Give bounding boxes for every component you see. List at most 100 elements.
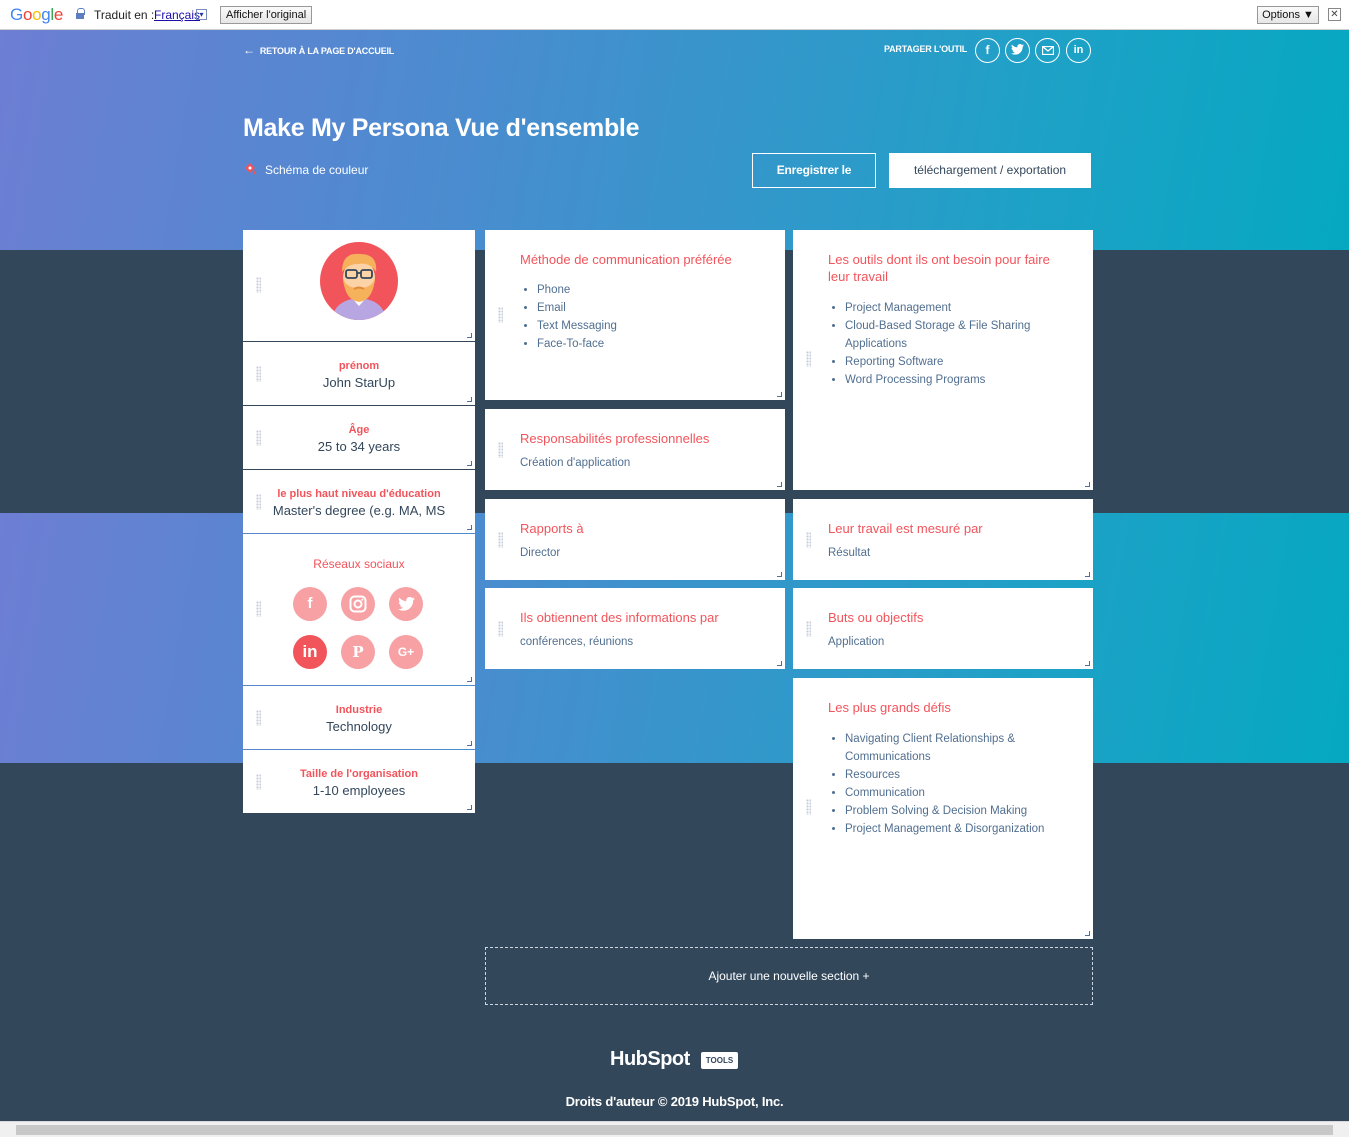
list-item: Reporting Software [845, 353, 1058, 371]
drag-handle-icon[interactable] [498, 307, 503, 323]
industry-value[interactable]: Technology [243, 719, 475, 734]
resize-handle-icon[interactable] [1085, 661, 1090, 666]
resize-handle-icon[interactable] [777, 661, 782, 666]
education-value[interactable]: Master's degree (e.g. MA, MS [243, 503, 475, 518]
twitter-icon[interactable] [389, 587, 423, 621]
close-icon[interactable]: ✕ [1328, 8, 1341, 21]
info-sources-card[interactable]: Ils obtiennent des informations par conf… [485, 588, 785, 669]
age-label: Âge [348, 424, 370, 436]
add-section-button[interactable]: Ajouter une nouvelle section + [485, 947, 1093, 1005]
resize-handle-icon[interactable] [467, 397, 472, 402]
copyright: Droits d'auteur © 2019 HubSpot, Inc. [565, 1094, 784, 1109]
org-size-value[interactable]: 1-10 employees [243, 783, 475, 798]
linkedin-icon[interactable]: in [293, 635, 327, 669]
reports-to-card[interactable]: Rapports à Director [485, 499, 785, 580]
drag-handle-icon[interactable] [806, 532, 811, 548]
page-title: Make My Persona Vue d'ensemble [243, 114, 640, 142]
list-item: Face-To-face [537, 335, 617, 353]
resize-handle-icon[interactable] [467, 333, 472, 338]
challenges-card[interactable]: Les plus grands défis Navigating Client … [793, 678, 1093, 939]
share-label: PARTAGER L'OUTIL [884, 44, 968, 54]
resize-handle-icon[interactable] [1085, 482, 1090, 487]
communication-card[interactable]: Méthode de communication préférée Phone … [485, 230, 785, 400]
pinterest-icon[interactable]: P [341, 635, 375, 669]
back-link[interactable]: ← RETOUR À LA PAGE D'ACCUEIL [243, 43, 394, 57]
drag-handle-icon[interactable] [256, 601, 261, 617]
responsibilities-text[interactable]: Création d'application [520, 454, 630, 472]
list-item: Resources [845, 766, 1063, 784]
list-item: Phone [537, 281, 617, 299]
resize-handle-icon[interactable] [1085, 572, 1090, 577]
horizontal-scrollbar[interactable] [0, 1121, 1349, 1137]
language-dropdown-icon[interactable]: ▾ [196, 9, 207, 20]
color-scheme-button[interactable]: Schéma de couleur [243, 162, 368, 177]
drag-handle-icon[interactable] [256, 277, 261, 293]
resize-handle-icon[interactable] [777, 392, 782, 397]
resize-handle-icon[interactable] [467, 741, 472, 746]
goals-card[interactable]: Buts ou objectifs Application [793, 588, 1093, 669]
first-name-card[interactable]: prénom John StarUp [243, 342, 475, 405]
download-export-button[interactable]: téléchargement / exportation [889, 153, 1091, 188]
info-sources-title: Ils obtiennent des informations par [520, 610, 719, 625]
instagram-icon[interactable] [341, 587, 375, 621]
resize-handle-icon[interactable] [467, 805, 472, 810]
tools-badge: TOOLS [701, 1052, 738, 1069]
list-item: Problem Solving & Decision Making [845, 802, 1063, 820]
tools-list[interactable]: Project Management Cloud-Based Storage &… [828, 299, 1058, 389]
reports-to-text[interactable]: Director [520, 544, 560, 562]
facebook-icon[interactable]: f [975, 38, 1000, 63]
first-name-value[interactable]: John StarUp [243, 375, 475, 390]
resize-handle-icon[interactable] [777, 482, 782, 487]
measured-by-card[interactable]: Leur travail est mesuré par Résultat [793, 499, 1093, 580]
education-label: le plus haut niveau d'éducation [277, 488, 441, 500]
industry-card[interactable]: Industrie Technology [243, 686, 475, 749]
measured-by-title: Leur travail est mesuré par [828, 521, 983, 536]
save-button[interactable]: Enregistrer le [752, 153, 876, 188]
scrollbar-thumb[interactable] [16, 1125, 1333, 1135]
show-original-button[interactable]: Afficher l'original [220, 6, 313, 24]
resize-handle-icon[interactable] [467, 461, 472, 466]
goals-title: Buts ou objectifs [828, 610, 924, 625]
goals-text[interactable]: Application [828, 633, 884, 651]
twitter-icon[interactable] [1005, 38, 1030, 63]
list-item: Communication [845, 784, 1063, 802]
age-value[interactable]: 25 to 34 years [243, 439, 475, 454]
measured-by-text[interactable]: Résultat [828, 544, 870, 562]
back-link-label: RETOUR À LA PAGE D'ACCUEIL [259, 46, 395, 56]
google-plus-icon[interactable]: G+ [389, 635, 423, 669]
age-card[interactable]: Âge 25 to 34 years [243, 406, 475, 469]
responsibilities-card[interactable]: Responsabilités professionnelles Créatio… [485, 409, 785, 490]
org-size-card[interactable]: Taille de l'organisation 1-10 employees [243, 750, 475, 813]
options-button[interactable]: Options ▼ [1257, 6, 1319, 24]
communication-title: Méthode de communication préférée [520, 252, 732, 267]
lock-icon [76, 8, 85, 19]
drag-handle-icon[interactable] [806, 351, 811, 367]
challenges-list[interactable]: Navigating Client Relationships & Commun… [828, 730, 1063, 838]
org-size-label: Taille de l'organisation [300, 768, 418, 780]
resize-handle-icon[interactable] [777, 572, 782, 577]
list-item: Email [537, 299, 617, 317]
list-item: Text Messaging [537, 317, 617, 335]
language-link[interactable]: Français [154, 8, 200, 22]
resize-handle-icon[interactable] [1085, 931, 1090, 936]
resize-handle-icon[interactable] [467, 677, 472, 682]
drag-handle-icon[interactable] [806, 621, 811, 637]
communication-list[interactable]: Phone Email Text Messaging Face-To-face [520, 281, 617, 353]
email-icon[interactable] [1035, 38, 1060, 63]
avatar [320, 242, 398, 320]
drag-handle-icon[interactable] [498, 621, 503, 637]
social-networks-card[interactable]: Réseaux sociaux f in P G+ [243, 534, 475, 685]
info-sources-text[interactable]: conférences, réunions [520, 633, 633, 651]
drag-handle-icon[interactable] [498, 442, 503, 458]
drag-handle-icon[interactable] [806, 799, 811, 815]
hubspot-logo[interactable]: HubSpot [610, 1048, 690, 1071]
resize-handle-icon[interactable] [467, 525, 472, 530]
tools-card[interactable]: Les outils dont ils ont besoin pour fair… [793, 230, 1093, 490]
translate-bar: Google Traduit en : Français ▾ Afficher … [0, 0, 1349, 30]
challenges-title: Les plus grands défis [828, 700, 951, 715]
education-card[interactable]: le plus haut niveau d'éducation Master's… [243, 470, 475, 533]
avatar-card[interactable] [243, 230, 475, 341]
facebook-icon[interactable]: f [293, 587, 327, 621]
linkedin-icon[interactable]: in [1066, 38, 1091, 63]
drag-handle-icon[interactable] [498, 532, 503, 548]
